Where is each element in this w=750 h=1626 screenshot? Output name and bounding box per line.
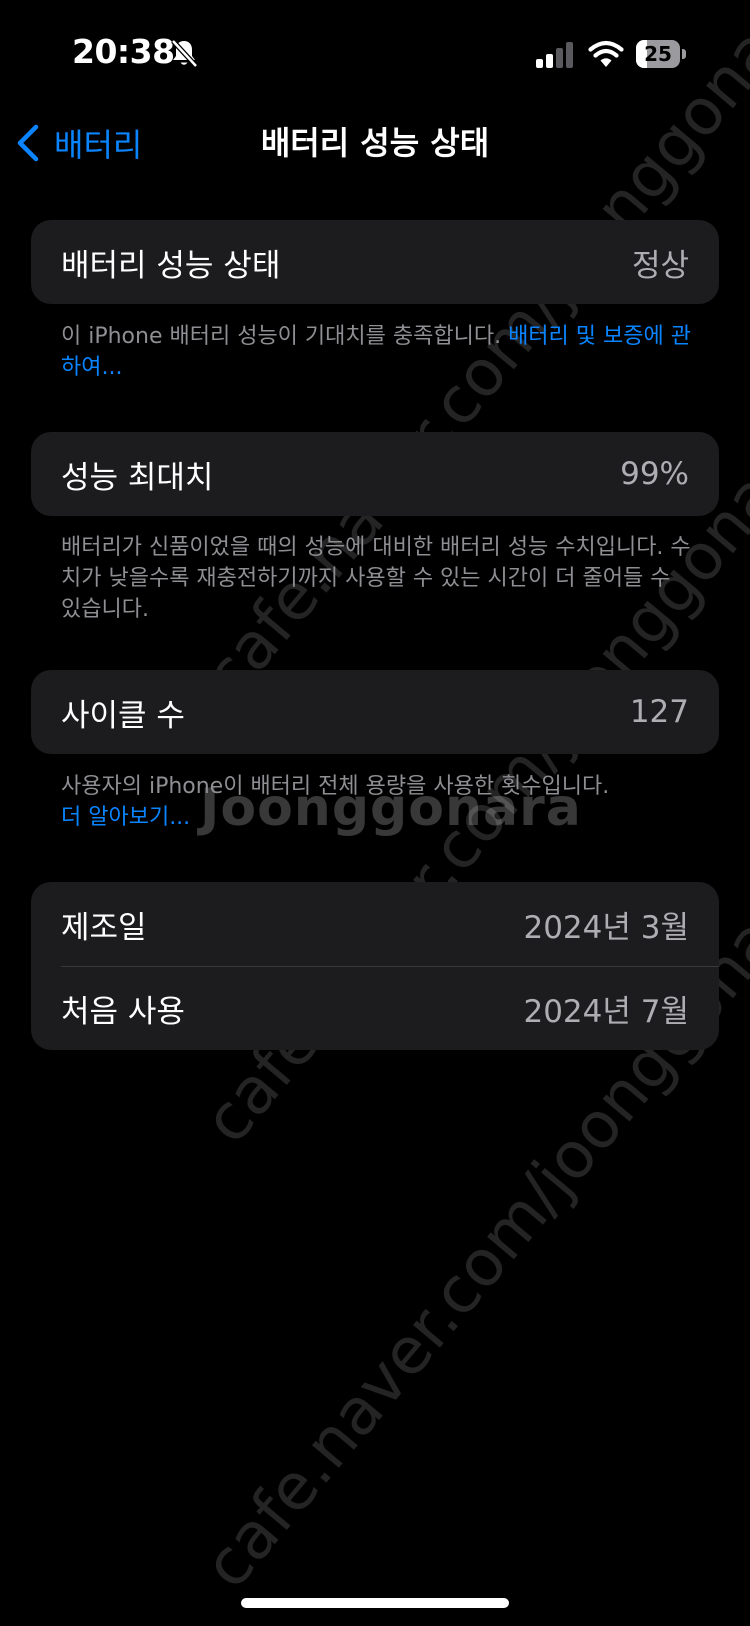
back-button[interactable]: 배터리 <box>14 118 142 168</box>
row-divider <box>61 966 719 967</box>
cycle-count-label: 사이클 수 <box>61 697 185 734</box>
max-capacity-row: 성능 최대치 99% <box>31 432 719 516</box>
battery-health-footnote: 이 iPhone 배터리 성능이 기대치를 충족합니다. 배터리 및 보증에 관… <box>61 321 691 383</box>
chevron-left-icon <box>17 124 39 162</box>
cycle-count-group: 사이클 수 127 <box>31 670 719 754</box>
battery-level: 25 <box>644 42 672 66</box>
max-capacity-label: 성능 최대치 <box>61 459 214 496</box>
cycle-count-footnote: 사용자의 iPhone이 배터리 전체 용량을 사용한 횟수입니다. 더 알아보… <box>61 771 691 833</box>
manufacture-date-label: 제조일 <box>61 909 147 946</box>
battery-health-row: 배터리 성능 상태 정상 <box>31 220 719 304</box>
home-indicator[interactable] <box>241 1598 509 1608</box>
battery-health-group: 배터리 성능 상태 정상 <box>31 220 719 304</box>
max-capacity-value: 99% <box>620 456 689 492</box>
cycle-count-description: 사용자의 iPhone이 배터리 전체 용량을 사용한 횟수입니다. <box>61 774 610 799</box>
battery-icon: 25 <box>636 40 688 70</box>
cellular-signal-icon <box>536 42 573 68</box>
battery-health-value: 정상 <box>631 247 689 284</box>
first-use-value: 2024년 7월 <box>523 993 689 1030</box>
learn-more-link[interactable]: 더 알아보기... <box>61 802 691 833</box>
first-use-label: 처음 사용 <box>61 993 185 1030</box>
manufacture-date-value: 2024년 3월 <box>523 909 689 946</box>
first-use-row: 처음 사용 2024년 7월 <box>31 966 719 1050</box>
manufacture-date-row: 제조일 2024년 3월 <box>31 882 719 966</box>
status-bar: 20:38 25 <box>0 0 750 108</box>
wifi-icon <box>588 40 624 67</box>
cycle-count-row: 사이클 수 127 <box>31 670 719 754</box>
cycle-count-value: 127 <box>629 694 689 730</box>
back-button-label: 배터리 <box>54 126 143 164</box>
bell-slash-icon <box>171 39 198 68</box>
status-time: 20:38 <box>72 32 175 71</box>
battery-health-description: 이 iPhone 배터리 성능이 기대치를 충족합니다. <box>61 324 509 349</box>
max-capacity-group: 성능 최대치 99% <box>31 432 719 516</box>
dates-group: 제조일 2024년 3월 처음 사용 2024년 7월 <box>31 882 719 1050</box>
max-capacity-footnote: 배터리가 신품이었을 때의 성능에 대비한 배터리 성능 수치입니다. 수치가 … <box>61 535 691 622</box>
battery-health-label: 배터리 성능 상태 <box>61 247 281 284</box>
